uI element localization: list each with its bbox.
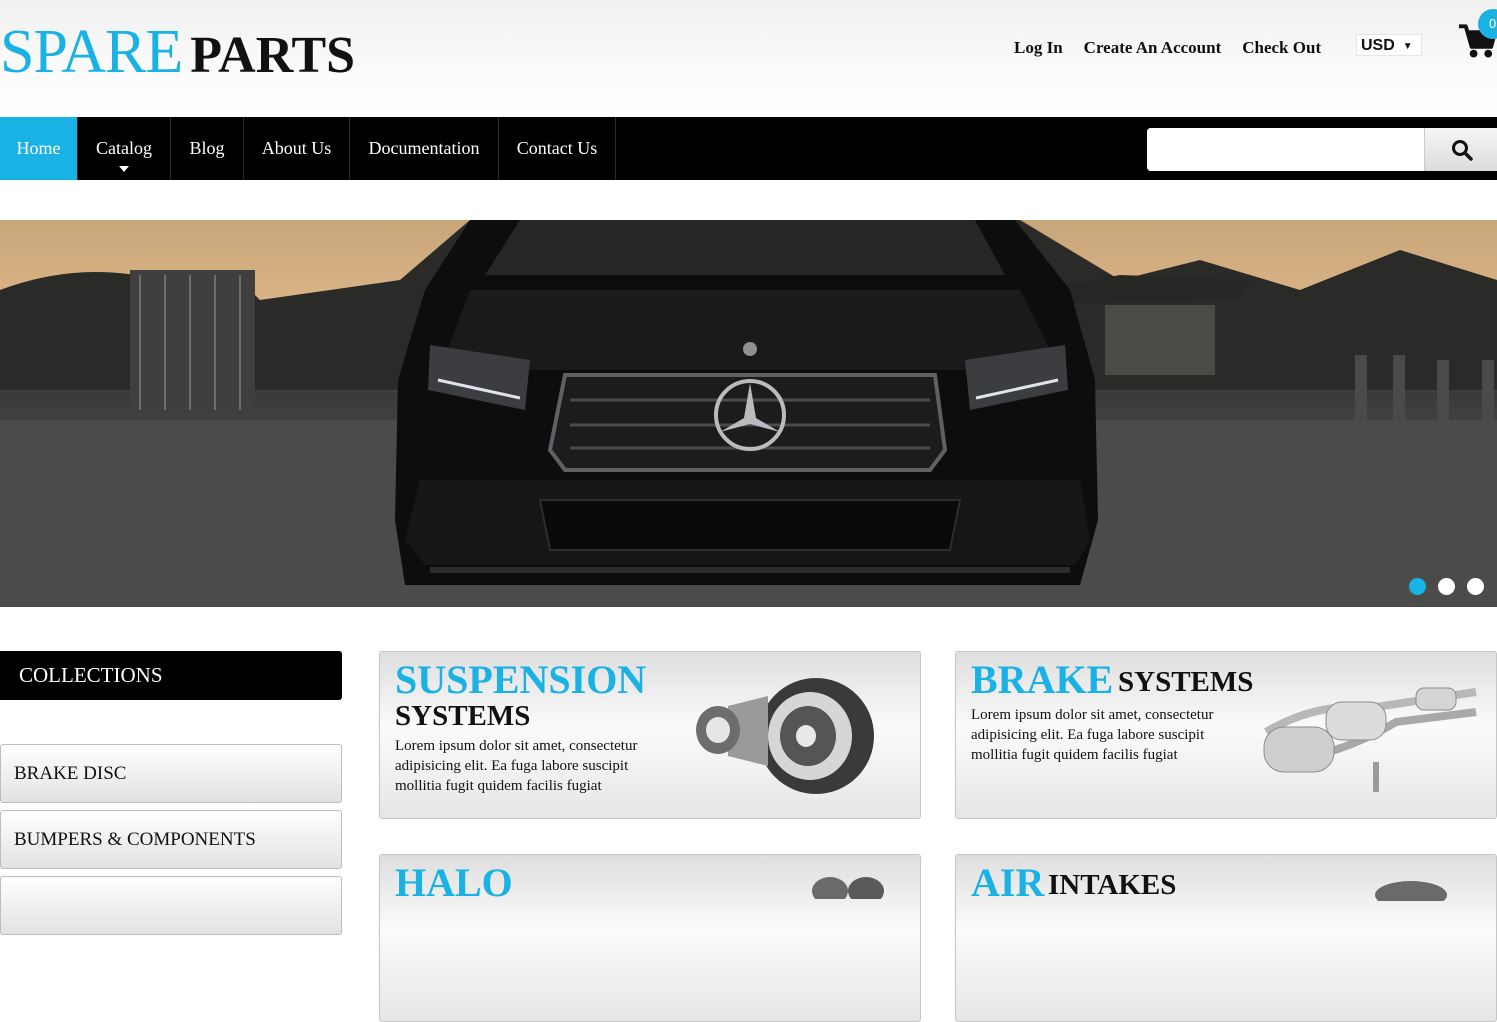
category-title-rest: INTAKES: [1048, 869, 1177, 901]
nav-item-about-us[interactable]: About Us: [244, 117, 350, 180]
logo-spare: SPARE: [0, 18, 183, 86]
category-title-rest: SYSTEMS: [395, 700, 531, 732]
search-box: [1147, 128, 1497, 171]
hero-slider[interactable]: [0, 220, 1497, 607]
site-header: SPARE PARTS Log In Create An Account Chec…: [0, 0, 1497, 117]
category-title-accent: BRAKE: [971, 657, 1114, 702]
caret-down-icon: [119, 166, 129, 172]
search-input[interactable]: [1147, 128, 1424, 171]
nav-item-catalog-label: Catalog: [96, 138, 152, 158]
category-title-accent: SUSPENSION: [395, 657, 647, 702]
category-title-rest: SYSTEMS: [1118, 666, 1254, 698]
nav-item-documentation[interactable]: Documentation: [350, 117, 499, 180]
collection-item-bumpers[interactable]: BUMPERS & COMPONENTS: [0, 810, 342, 869]
category-card-suspension[interactable]: SUSPENSION SYSTEMS Lorem ipsum dolor sit…: [379, 651, 921, 819]
nav-item-contact-us[interactable]: Contact Us: [499, 117, 616, 180]
account-links: Log In Create An Account Check Out: [1014, 38, 1321, 58]
currency-select[interactable]: USD ▼: [1356, 34, 1422, 56]
exhaust-muffler-icon: [1263, 687, 1477, 792]
category-card-brake[interactable]: BRAKE SYSTEMS Lorem ipsum dolor sit amet…: [955, 651, 1497, 819]
category-card-air-intakes[interactable]: AIR INTAKES: [955, 854, 1497, 1022]
caret-down-icon: ▼: [1402, 41, 1413, 52]
nav-item-blog[interactable]: Blog: [171, 117, 244, 180]
collection-item-brake-disc[interactable]: BRAKE DISC: [0, 744, 342, 803]
hero-car-image: [0, 220, 1497, 607]
create-account-link[interactable]: Create An Account: [1084, 38, 1222, 58]
search-icon: [1452, 140, 1473, 161]
category-description: Lorem ipsum dolor sit amet, consectetur …: [395, 738, 638, 794]
category-title-accent: AIR: [971, 860, 1045, 905]
category-card-halo[interactable]: HALO: [379, 854, 921, 1022]
turbocharger-icon: [696, 678, 874, 794]
slider-dot-2[interactable]: [1438, 578, 1455, 595]
login-link[interactable]: Log In: [1014, 38, 1063, 58]
part-icon: [812, 877, 884, 899]
slider-dot-1[interactable]: [1409, 578, 1426, 595]
part-icon: [1375, 881, 1447, 901]
site-logo[interactable]: SPARE PARTS: [0, 16, 355, 92]
nav-item-home[interactable]: Home: [0, 117, 78, 180]
collections-heading: COLLECTIONS: [0, 651, 342, 700]
checkout-link[interactable]: Check Out: [1242, 38, 1321, 58]
nav-item-catalog[interactable]: Catalog: [78, 117, 171, 180]
slider-dots: [1409, 578, 1484, 595]
currency-value: USD: [1361, 37, 1395, 54]
collection-item-next[interactable]: [0, 876, 342, 935]
slider-dot-3[interactable]: [1467, 578, 1484, 595]
category-title-accent: HALO: [395, 860, 513, 905]
search-button[interactable]: [1424, 128, 1497, 171]
category-description: Lorem ipsum dolor sit amet, consectetur …: [971, 707, 1214, 763]
logo-parts: PARTS: [190, 27, 356, 84]
